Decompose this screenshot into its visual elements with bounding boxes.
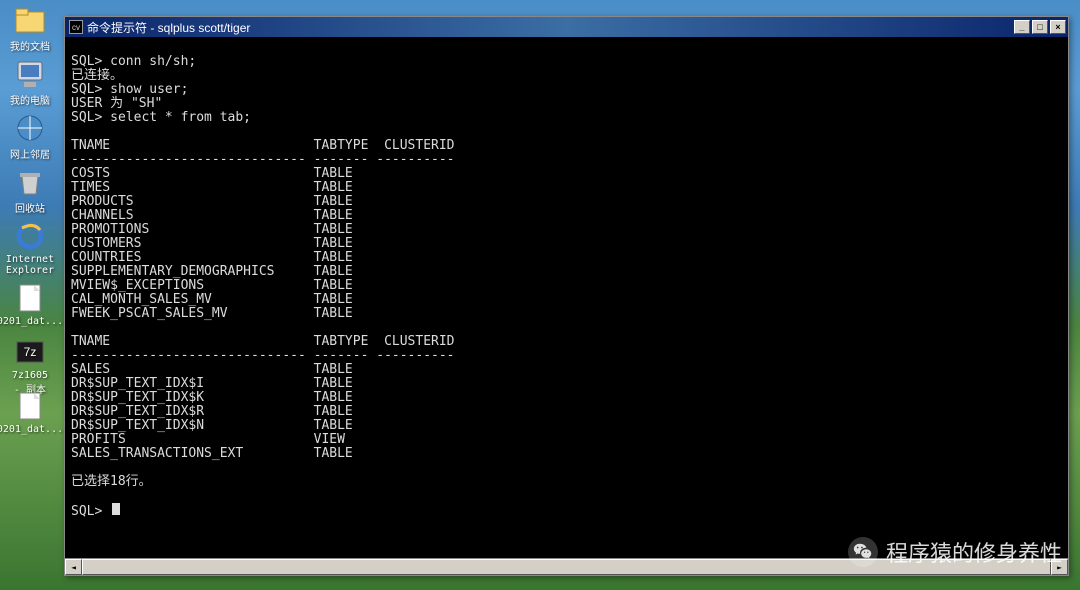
desktop-icon-network[interactable]: 网上邻居 bbox=[6, 112, 54, 161]
minimize-button[interactable]: _ bbox=[1014, 20, 1030, 34]
desktop-icon-label: 回收站 bbox=[15, 200, 45, 215]
desktop-icon-label: Internet Explorer bbox=[6, 254, 54, 276]
svg-text:7z: 7z bbox=[24, 345, 37, 359]
desktop-icon-file-2[interactable]: 0201_dat... bbox=[6, 390, 54, 435]
ie-icon bbox=[14, 220, 46, 252]
desktop-icon-file-1[interactable]: 0201_dat... bbox=[6, 282, 54, 327]
desktop-icon-recycle-bin[interactable]: 回收站 bbox=[6, 166, 54, 215]
desktop-icon-my-documents[interactable]: 我的文档 bbox=[6, 4, 54, 53]
network-icon bbox=[14, 112, 46, 144]
desktop-icon-label: 0201_dat... bbox=[0, 424, 63, 435]
desktop-icon-label: 我的文档 bbox=[10, 38, 50, 53]
desktop-icon-label: 我的电脑 bbox=[10, 92, 50, 107]
titlebar[interactable]: cv 命令提示符 - sqlplus scott/tiger _ □ × bbox=[65, 17, 1068, 37]
archive-icon: 7z bbox=[14, 336, 46, 368]
scroll-left-button[interactable]: ◄ bbox=[65, 559, 82, 575]
file-icon bbox=[14, 390, 46, 422]
watermark: 程序猿的修身养性 bbox=[848, 536, 1062, 568]
watermark-text: 程序猿的修身养性 bbox=[886, 536, 1062, 568]
folder-icon bbox=[14, 4, 46, 36]
desktop-icon-7z[interactable]: 7z 7z1605 - 副本 bbox=[6, 336, 54, 396]
desktop-icon-label: 0201_dat... bbox=[0, 316, 63, 327]
command-prompt-window: cv 命令提示符 - sqlplus scott/tiger _ □ × SQL… bbox=[64, 16, 1069, 576]
cmd-icon: cv bbox=[69, 20, 83, 34]
terminal-output[interactable]: SQL> conn sh/sh; 已连接。 SQL> show user; US… bbox=[65, 37, 1068, 555]
close-button[interactable]: × bbox=[1050, 20, 1066, 34]
desktop-icon-my-computer[interactable]: 我的电脑 bbox=[6, 58, 54, 107]
window-title: 命令提示符 - sqlplus scott/tiger bbox=[87, 19, 1014, 36]
desktop-icon-label: 网上邻居 bbox=[10, 146, 50, 161]
computer-icon bbox=[14, 58, 46, 90]
maximize-button[interactable]: □ bbox=[1032, 20, 1048, 34]
wechat-icon bbox=[848, 537, 878, 567]
file-icon bbox=[14, 282, 46, 314]
desktop-icon-ie[interactable]: Internet Explorer bbox=[6, 220, 54, 276]
cursor bbox=[112, 503, 120, 515]
trash-icon bbox=[14, 166, 46, 198]
